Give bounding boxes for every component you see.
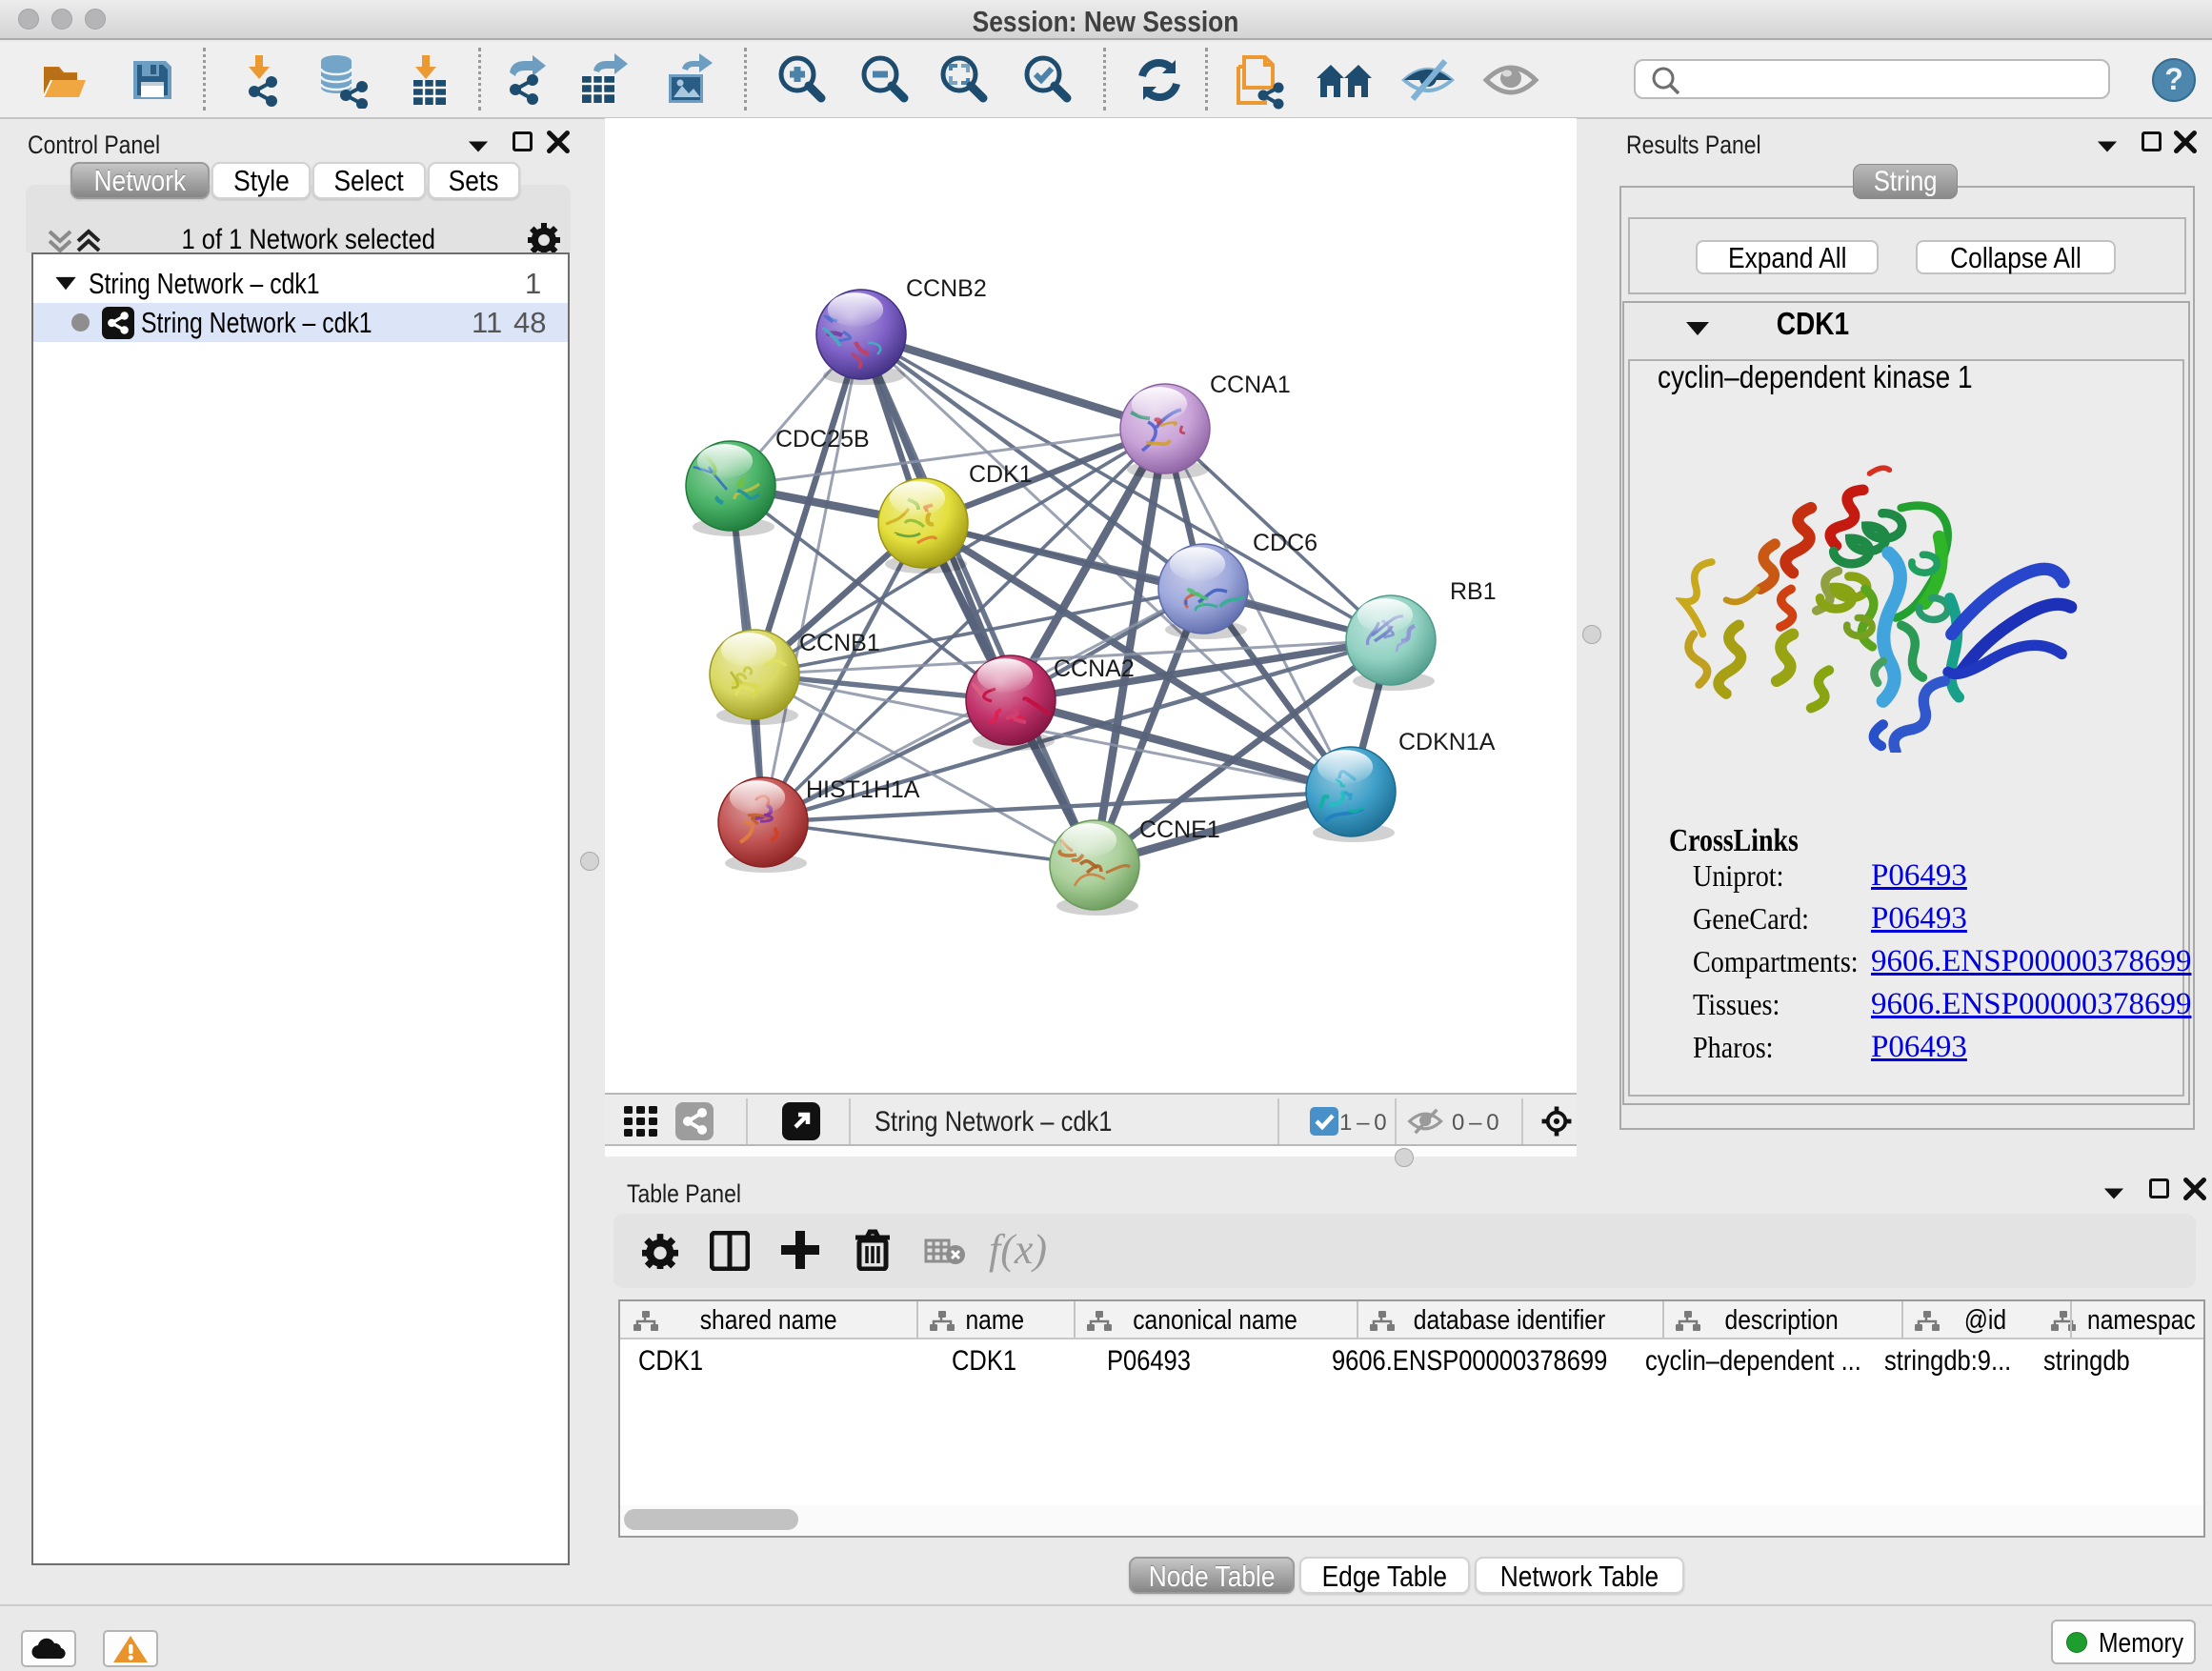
svg-text:CDK1: CDK1: [969, 461, 1033, 488]
svg-text:CDC6: CDC6: [1253, 530, 1317, 556]
svg-text:RB1: RB1: [1450, 578, 1497, 605]
svg-text:CCNA1: CCNA1: [1210, 372, 1291, 398]
svg-text:?: ?: [2164, 62, 2183, 96]
svg-text:CDC25B: CDC25B: [775, 426, 870, 453]
svg-text:CCNA2: CCNA2: [1054, 655, 1135, 682]
svg-text:CCNE1: CCNE1: [1139, 816, 1220, 843]
svg-text:CDKN1A: CDKN1A: [1398, 729, 1496, 755]
svg-text:HIST1H1A: HIST1H1A: [806, 776, 920, 803]
svg-text:CCNB2: CCNB2: [906, 275, 987, 302]
svg-text:CCNB1: CCNB1: [799, 630, 880, 656]
